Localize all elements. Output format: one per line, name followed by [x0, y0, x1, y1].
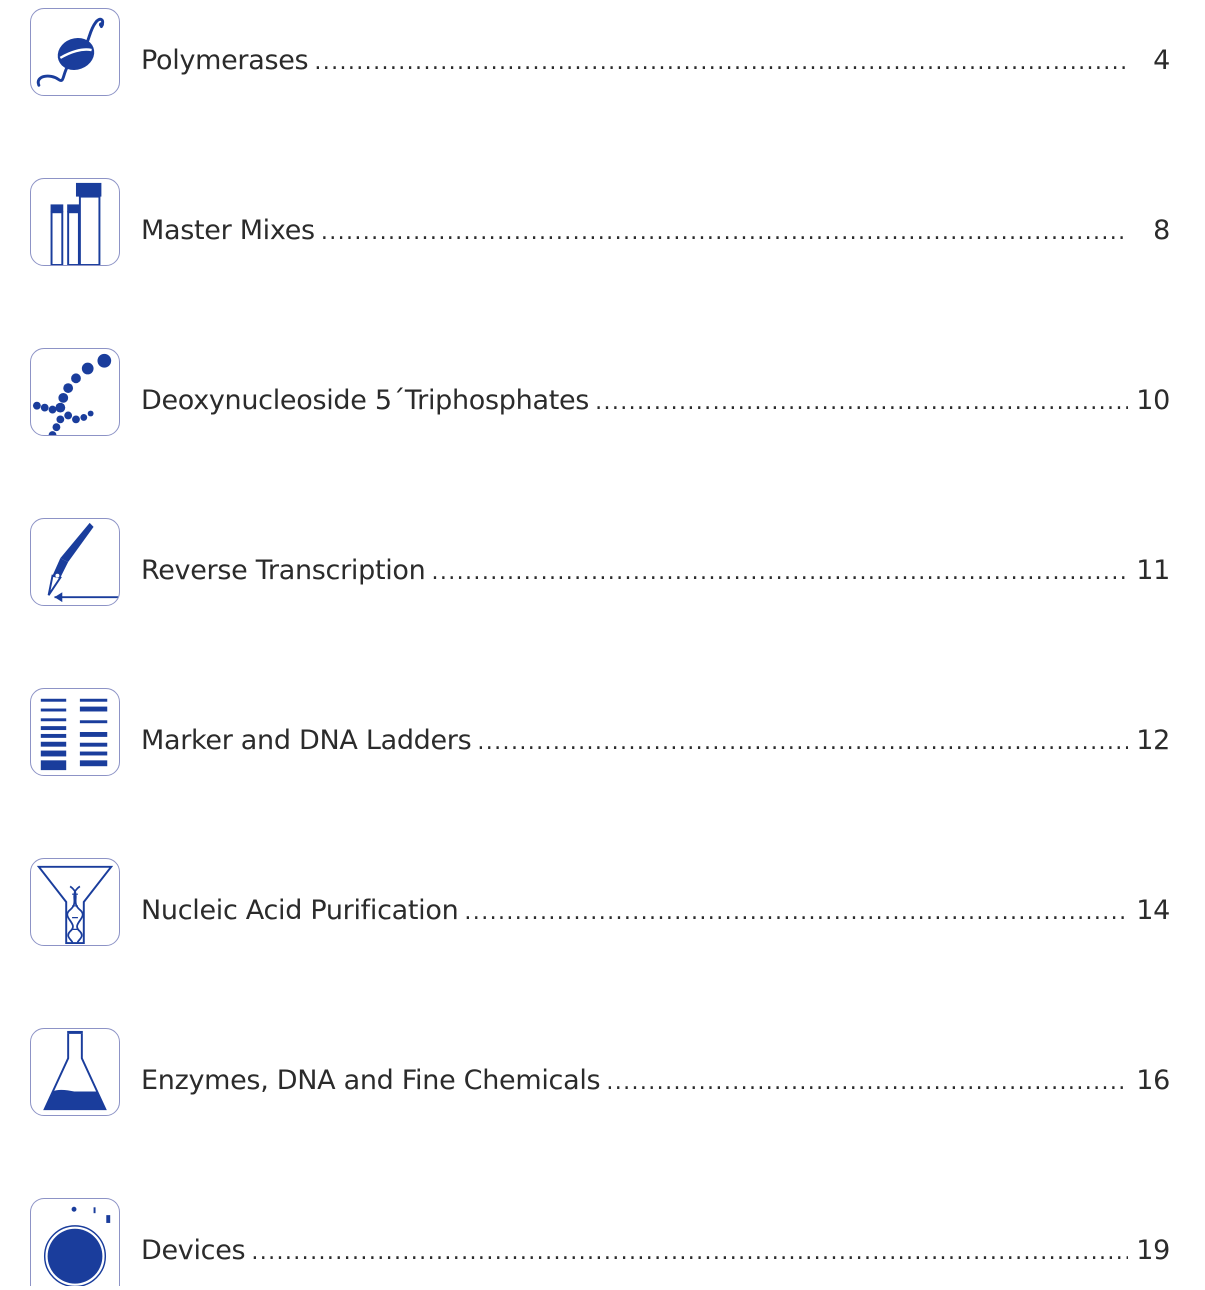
toc-page-number[interactable]: 4: [1136, 41, 1170, 81]
toc-page-number[interactable]: 11: [1136, 551, 1170, 591]
toc-page-number[interactable]: 8: [1136, 211, 1170, 251]
toc-title[interactable]: Deoxynucleoside 5´Triphosphates: [141, 381, 589, 421]
table-of-contents: Polymerases 4 Master Mixes 8: [0, 0, 1205, 1290]
dot-leader: [431, 553, 1128, 593]
toc-page-number[interactable]: 14: [1136, 891, 1170, 931]
toc-title[interactable]: Reverse Transcription: [141, 551, 426, 591]
dot-leader: [477, 723, 1128, 763]
toc-title[interactable]: Master Mixes: [141, 211, 315, 251]
dot-leader: [321, 213, 1128, 253]
toc-entry-dntps[interactable]: Deoxynucleoside 5´Triphosphates 10: [30, 348, 1170, 440]
toc-entry-enzymes-dna-chemicals[interactable]: Enzymes, DNA and Fine Chemicals 16: [30, 1028, 1170, 1120]
toc-row: Master Mixes 8: [141, 211, 1170, 251]
funnel-dna-icon: [30, 858, 120, 946]
toc-page-number[interactable]: 10: [1136, 381, 1170, 421]
toc-row: Polymerases 4: [141, 41, 1170, 81]
toc-page-number[interactable]: 16: [1136, 1061, 1170, 1101]
toc-row: Deoxynucleoside 5´Triphosphates 10: [141, 381, 1170, 421]
toc-title[interactable]: Nucleic Acid Purification: [141, 891, 459, 931]
device-dial-icon: [30, 1198, 120, 1286]
dot-leader: [606, 1063, 1128, 1103]
toc-entry-master-mixes[interactable]: Master Mixes 8: [30, 178, 1170, 270]
toc-title[interactable]: Marker and DNA Ladders: [141, 721, 472, 761]
toc-entry-marker-ladders[interactable]: Marker and DNA Ladders 12: [30, 688, 1170, 780]
toc-title[interactable]: Devices: [141, 1231, 246, 1271]
toc-page-number[interactable]: 19: [1136, 1231, 1170, 1271]
toc-entry-devices[interactable]: Devices 19: [30, 1198, 1170, 1290]
dot-leader: [464, 893, 1128, 933]
toc-row: Enzymes, DNA and Fine Chemicals 16: [141, 1061, 1170, 1101]
toc-row: Devices 19: [141, 1231, 1170, 1271]
toc-entry-polymerases[interactable]: Polymerases 4: [30, 8, 1170, 100]
polymerase-icon: [30, 8, 120, 96]
toc-entry-reverse-transcription[interactable]: Reverse Transcription 11: [30, 518, 1170, 610]
dot-leader: [314, 43, 1128, 83]
erlenmeyer-flask-icon: [30, 1028, 120, 1116]
toc-title[interactable]: Polymerases: [141, 41, 309, 81]
dot-leader: [595, 383, 1128, 423]
fountain-pen-icon: [30, 518, 120, 606]
nucleotide-chain-icon: [30, 348, 120, 436]
toc-row: Marker and DNA Ladders 12: [141, 721, 1170, 761]
toc-page-number[interactable]: 12: [1136, 721, 1170, 761]
toc-entry-nucleic-acid-purification[interactable]: Nucleic Acid Purification 14: [30, 858, 1170, 950]
dna-ladder-gel-icon: [30, 688, 120, 776]
master-mix-tubes-icon: [30, 178, 120, 266]
toc-row: Reverse Transcription 11: [141, 551, 1170, 591]
toc-row: Nucleic Acid Purification 14: [141, 891, 1170, 931]
toc-title[interactable]: Enzymes, DNA and Fine Chemicals: [141, 1061, 601, 1101]
dot-leader: [251, 1233, 1128, 1273]
